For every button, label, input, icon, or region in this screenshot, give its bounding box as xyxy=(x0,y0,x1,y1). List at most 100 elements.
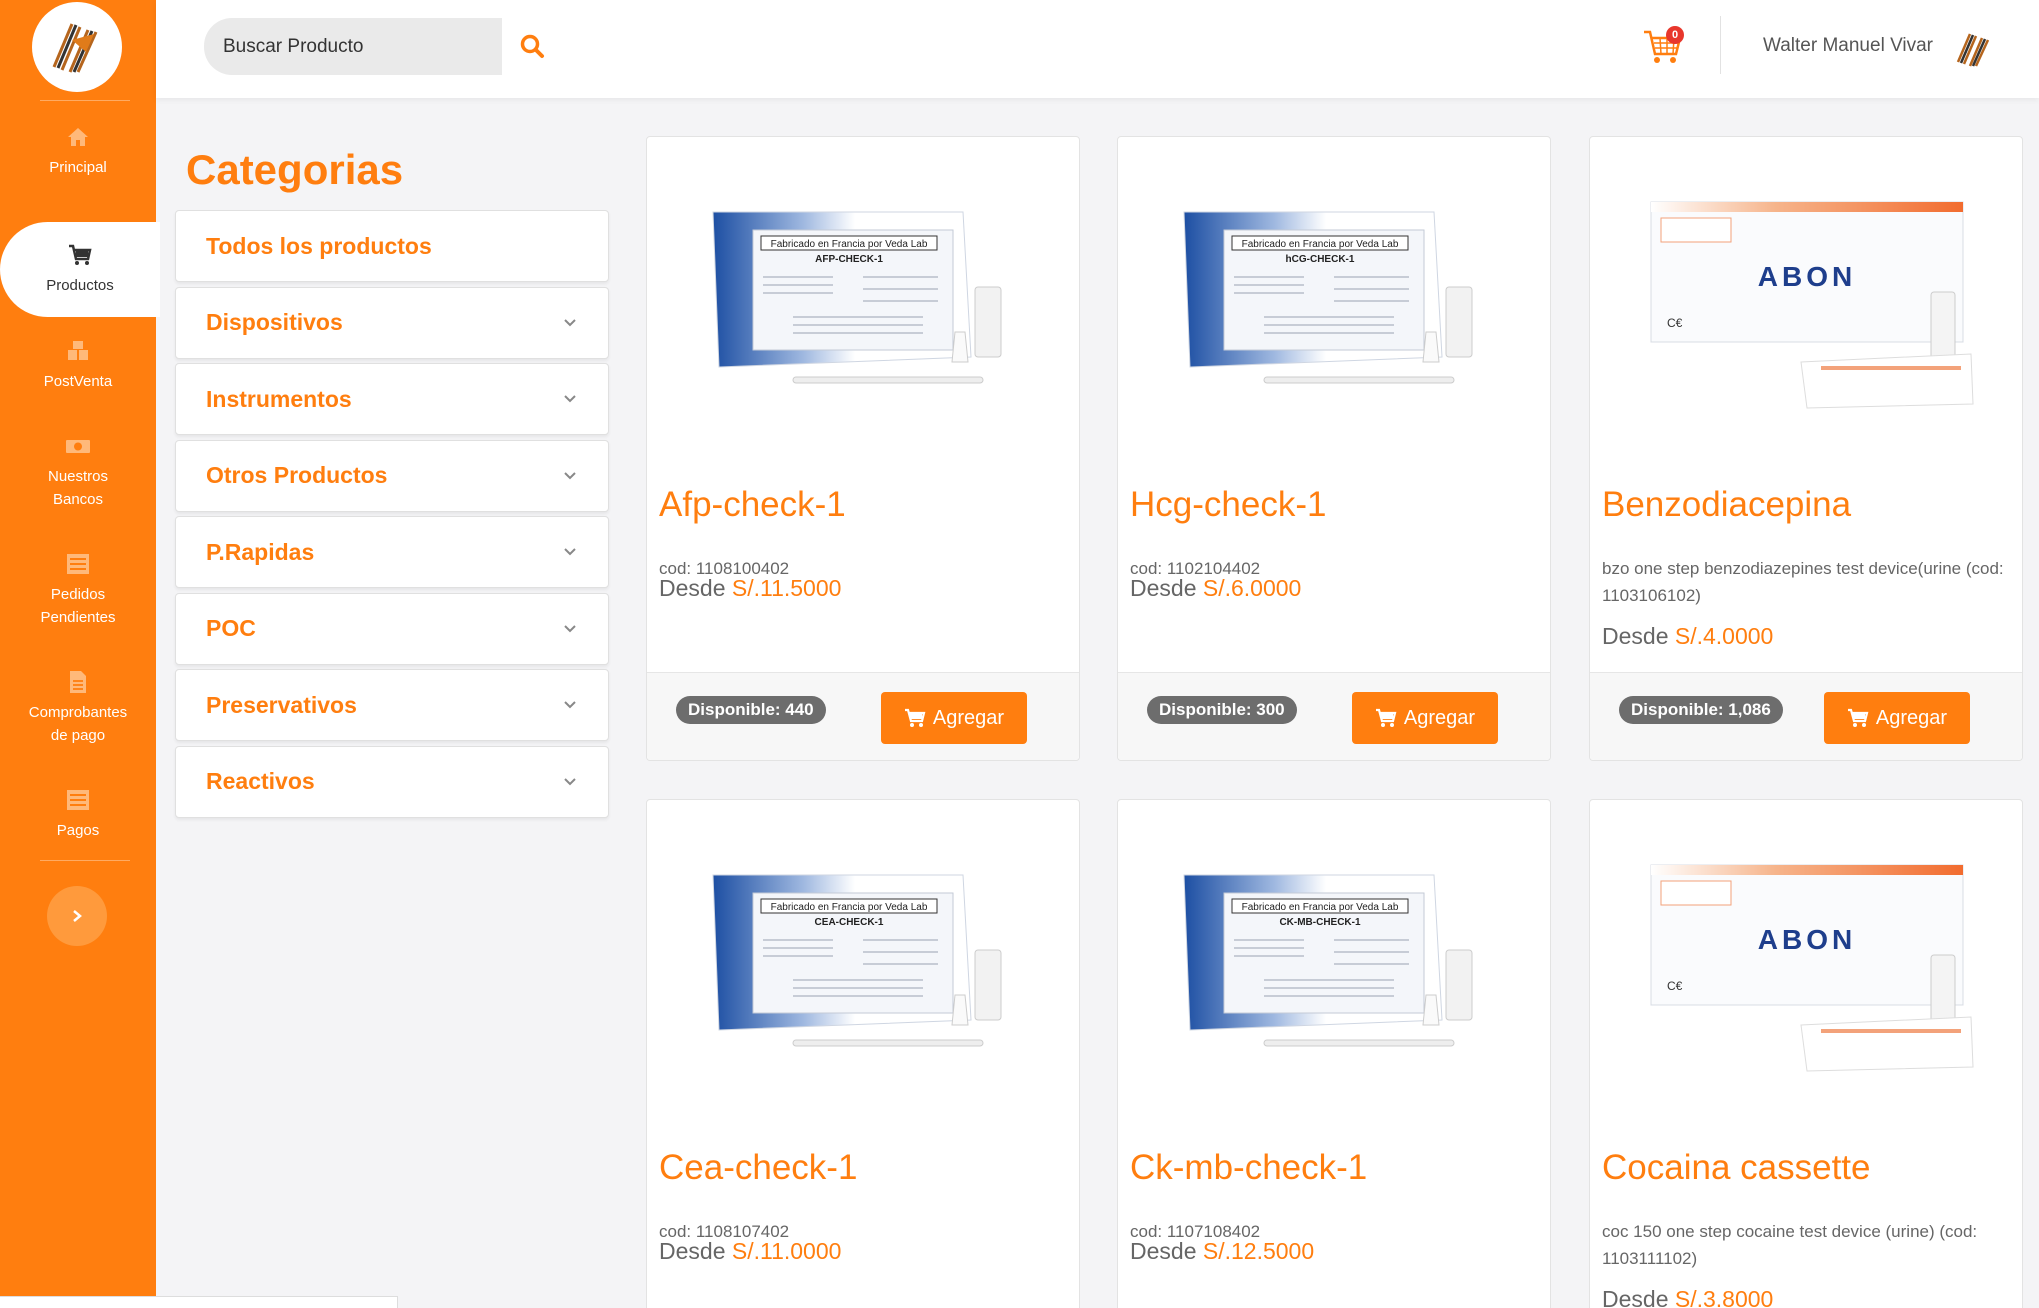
product-name[interactable]: Ck-mb-check-1 xyxy=(1130,1148,1367,1188)
sidebar-item-nuestros-bancos[interactable]: Nuestros Bancos xyxy=(0,433,156,511)
category-reactivos[interactable]: Reactivos xyxy=(175,745,609,818)
chevron-right-icon xyxy=(73,910,82,922)
category-dispositivos[interactable]: Dispositivos xyxy=(175,286,609,359)
product-image[interactable]: Fabricado en Francia por Veda Lab CEA-CHE… xyxy=(647,800,1079,1130)
sidebar-item-pagos[interactable]: Pagos xyxy=(0,787,156,842)
product-image[interactable]: Fabricado en Francia por Veda Lab hCG-CHE… xyxy=(1118,137,1550,467)
top-header: 0 Walter Manuel Vivar xyxy=(156,0,2039,98)
chevron-down-icon xyxy=(564,395,576,403)
product-card[interactable]: ABON C€ Benzodiacepina bzo one step benzodi… xyxy=(1589,136,2023,761)
document-icon xyxy=(70,671,86,693)
add-to-cart-button[interactable]: Agregar xyxy=(1824,692,1970,744)
category-instrumentos[interactable]: Instrumentos xyxy=(175,363,609,435)
home-icon xyxy=(68,128,88,146)
product-image[interactable]: ABON C€ xyxy=(1590,137,2022,467)
search-icon xyxy=(520,34,544,58)
company-logo[interactable] xyxy=(32,2,122,92)
stock-badge: Disponible: 440 xyxy=(676,696,826,724)
add-to-cart-button[interactable]: Agregar xyxy=(881,692,1027,744)
svg-text:CEA-CHECK-1: CEA-CHECK-1 xyxy=(815,917,884,928)
product-code: coc 150 one step cocaine test device (ur… xyxy=(1602,1222,1978,1268)
sidebar-item-principal[interactable]: Principal xyxy=(0,124,156,179)
product-card-footer: Disponible: 440 Agregar xyxy=(647,672,1079,760)
list-icon xyxy=(67,554,89,574)
svg-text:Fabricado en Francia por Veda: Fabricado en Francia por Veda Lab xyxy=(1242,902,1399,913)
product-price: Desde S/.11.0000 xyxy=(659,1238,842,1264)
chevron-down-icon xyxy=(564,548,576,556)
sidebar-expand-button[interactable] xyxy=(47,886,107,946)
chevron-down-icon xyxy=(564,318,576,326)
svg-text:C€: C€ xyxy=(1667,316,1683,330)
categories-list: Todos los productos Dispositivos Instrum… xyxy=(175,210,609,822)
product-code: bzo one step benzodiazepines test device… xyxy=(1602,559,2004,605)
svg-text:hCG-CHECK-1: hCG-CHECK-1 xyxy=(1286,254,1355,265)
user-avatar[interactable] xyxy=(1950,26,1994,70)
svg-text:AFP-CHECK-1: AFP-CHECK-1 xyxy=(815,254,883,265)
chevron-down-icon xyxy=(564,777,576,785)
stock-badge: Disponible: 300 xyxy=(1147,696,1297,724)
product-card-footer: Disponible: 1,086 Agregar xyxy=(1590,672,2022,760)
product-image[interactable]: Fabricado en Francia por Veda Lab AFP-CHE… xyxy=(647,137,1079,467)
product-name[interactable]: Afp-check-1 xyxy=(659,485,846,525)
money-icon xyxy=(66,440,90,453)
category-preservativos[interactable]: Preservativos xyxy=(175,669,609,741)
product-image[interactable]: ABON C€ xyxy=(1590,800,2022,1130)
category-p-rapidas[interactable]: P.Rapidas xyxy=(175,516,609,588)
product-price: Desde S/.6.0000 xyxy=(1130,575,1302,601)
product-box-illustration: ABON C€ xyxy=(1650,864,1974,1072)
svg-text:ABON: ABON xyxy=(1758,261,1856,292)
sidebar-item-postventa[interactable]: PostVenta xyxy=(0,338,156,393)
product-price: Desde S/.12.5000 xyxy=(1130,1238,1315,1264)
svg-text:C€: C€ xyxy=(1667,979,1683,993)
product-card[interactable]: Fabricado en Francia por Veda Lab CK-MB-C… xyxy=(1117,799,1551,1308)
product-name[interactable]: Benzodiacepina xyxy=(1602,485,1851,525)
product-price: Desde S/.11.5000 xyxy=(659,575,842,601)
svg-text:Fabricado en Francia por Veda: Fabricado en Francia por Veda Lab xyxy=(771,239,928,250)
svg-text:Fabricado en Francia por Veda: Fabricado en Francia por Veda Lab xyxy=(1242,239,1399,250)
product-box-illustration: ABON C€ xyxy=(1650,201,1974,409)
svg-text:ABON: ABON xyxy=(1758,924,1856,955)
stock-badge: Disponible: 1,086 xyxy=(1619,696,1783,724)
product-card-footer: Disponible: 300 Agregar xyxy=(1118,672,1550,760)
list-icon xyxy=(67,790,89,810)
chevron-down-icon xyxy=(564,471,576,479)
sidebar-item-pedidos-pendientes[interactable]: Pedidos Pendientes xyxy=(0,551,156,629)
product-box-illustration: Fabricado en Francia por Veda Lab CK-MB-C… xyxy=(1183,874,1473,1047)
svg-text:CK-MB-CHECK-1: CK-MB-CHECK-1 xyxy=(1279,917,1361,928)
cart-count-badge: 0 xyxy=(1666,26,1684,44)
sidebar: Principal Productos PostVenta Nuestros B… xyxy=(0,0,160,1308)
product-card[interactable]: Fabricado en Francia por Veda Lab CEA-CHE… xyxy=(646,799,1080,1308)
logo-icon xyxy=(52,23,98,73)
product-name[interactable]: Cea-check-1 xyxy=(659,1148,857,1188)
cart-icon xyxy=(904,708,926,727)
svg-text:Fabricado en Francia por Veda: Fabricado en Francia por Veda Lab xyxy=(771,902,928,913)
product-card[interactable]: ABON C€ Cocaina cassette coc 150 one step c… xyxy=(1589,799,2023,1308)
category-poc[interactable]: POC xyxy=(175,592,609,665)
cart-icon xyxy=(69,244,92,265)
chevron-down-icon xyxy=(564,701,576,709)
boxes-icon xyxy=(68,341,88,360)
user-name[interactable]: Walter Manuel Vivar xyxy=(1763,35,1933,57)
header-divider xyxy=(1720,16,1721,74)
sidebar-divider xyxy=(40,860,130,861)
product-box-illustration: Fabricado en Francia por Veda Lab AFP-CHE… xyxy=(712,211,1002,384)
status-bar-url xyxy=(0,1296,398,1308)
sidebar-item-comprobantes[interactable]: Comprobantes de pago xyxy=(0,669,156,747)
product-box-illustration: Fabricado en Francia por Veda Lab CEA-CHE… xyxy=(712,874,1002,1047)
product-card[interactable]: Fabricado en Francia por Veda Lab hCG-CHE… xyxy=(1117,136,1551,761)
category-otros-productos[interactable]: Otros Productos xyxy=(175,439,609,512)
sidebar-item-productos[interactable]: Productos xyxy=(0,222,160,317)
product-name[interactable]: Cocaina cassette xyxy=(1602,1148,1870,1188)
search-button[interactable] xyxy=(516,30,548,62)
categories-title: Categorias xyxy=(186,146,404,193)
product-card[interactable]: Fabricado en Francia por Veda Lab AFP-CHE… xyxy=(646,136,1080,761)
add-to-cart-button[interactable]: Agregar xyxy=(1352,692,1498,744)
sidebar-divider xyxy=(40,100,130,101)
product-price: Desde S/.3.8000 xyxy=(1602,1286,1774,1308)
chevron-down-icon xyxy=(564,624,576,632)
category-todos-los-productos[interactable]: Todos los productos xyxy=(175,210,609,282)
cart-icon xyxy=(1847,708,1869,727)
product-image[interactable]: Fabricado en Francia por Veda Lab CK-MB-C… xyxy=(1118,800,1550,1130)
search-input[interactable] xyxy=(204,18,502,75)
product-name[interactable]: Hcg-check-1 xyxy=(1130,485,1326,525)
